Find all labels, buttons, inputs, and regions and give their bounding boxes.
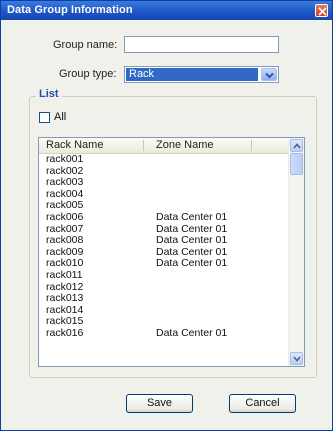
column-divider[interactable] [143, 140, 144, 151]
save-button[interactable]: Save [126, 394, 193, 413]
group-type-dropdown-button[interactable] [261, 68, 277, 81]
close-button[interactable] [315, 4, 328, 17]
scroll-down-button[interactable] [290, 352, 303, 365]
zone-name-cell: Data Center 01 [156, 257, 228, 270]
column-header-rack-name[interactable]: Rack Name [46, 139, 103, 151]
group-name-label: Group name: [53, 39, 118, 51]
list-item[interactable]: rack001 [39, 153, 290, 166]
zone-name-cell: Data Center 01 [156, 326, 228, 339]
all-checkbox-label[interactable]: All [54, 111, 66, 123]
scroll-up-button[interactable] [290, 139, 303, 152]
rack-name-cell: rack011 [46, 268, 83, 281]
dialog-window: Data Group Information Group name: Group… [0, 0, 333, 431]
vertical-scrollbar[interactable] [288, 138, 304, 366]
rack-name-cell: rack013 [46, 292, 84, 305]
all-checkbox[interactable] [39, 112, 50, 123]
list-legend: List [36, 88, 62, 100]
close-icon [318, 7, 327, 16]
list-header: Rack Name Zone Name [39, 138, 290, 154]
cancel-button[interactable]: Cancel [229, 394, 296, 413]
rack-name-cell: rack016 [46, 326, 84, 339]
rack-name-cell: rack001 [46, 153, 84, 165]
group-type-select[interactable]: Rack [124, 66, 279, 83]
arrow-down-icon [293, 356, 301, 362]
column-divider[interactable] [251, 140, 252, 151]
list-item[interactable]: rack016 Data Center 01 [39, 326, 290, 340]
zone-name-cell: Data Center 01 [156, 210, 228, 223]
list-item[interactable]: rack008 Data Center 01 [39, 235, 290, 247]
list-item[interactable]: rack011 [39, 268, 290, 282]
column-header-zone-name[interactable]: Zone Name [156, 139, 213, 151]
list-item[interactable]: rack013 [39, 293, 290, 305]
rack-name-cell: rack008 [46, 234, 84, 247]
zone-name-cell: Data Center 01 [156, 234, 228, 247]
group-name-input[interactable] [124, 36, 279, 53]
title-bar[interactable]: Data Group Information [1, 1, 332, 20]
rack-name-cell: rack006 [46, 210, 84, 223]
arrow-up-icon [293, 143, 301, 149]
list-rows: rack001 rack002 rack003 rack004 rack005 rack0… [39, 153, 290, 340]
chevron-down-icon [265, 72, 274, 79]
group-type-value: Rack [126, 68, 258, 81]
scrollbar-thumb[interactable] [290, 153, 303, 175]
rack-list[interactable]: Rack Name Zone Name rack001 rack002 rack00… [38, 137, 305, 367]
group-type-label: Group type: [59, 68, 117, 80]
window-title: Data Group Information [7, 4, 133, 16]
list-item[interactable]: rack006 Data Center 01 [39, 210, 290, 224]
